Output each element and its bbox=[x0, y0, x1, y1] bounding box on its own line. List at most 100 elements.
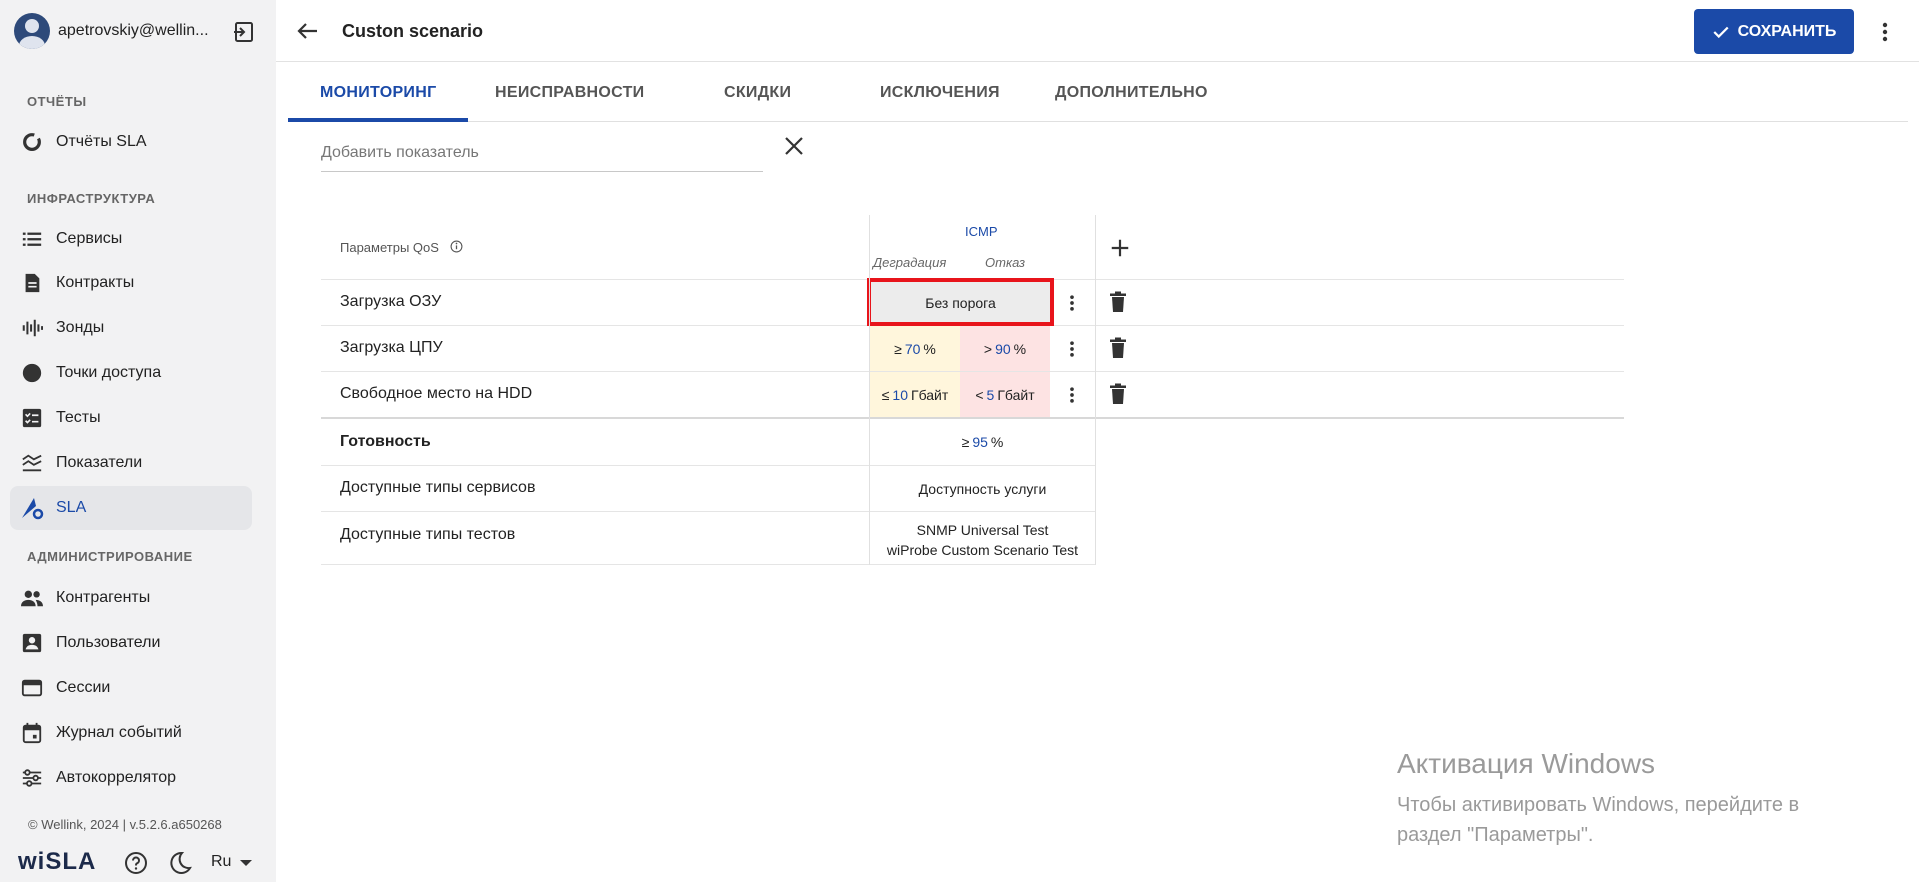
qos-params-header: Параметры QoS bbox=[340, 240, 439, 255]
avatar bbox=[14, 13, 50, 49]
test-types-values: SNMP Universal Test wiProbe Custom Scena… bbox=[870, 520, 1095, 560]
donut-chart-icon bbox=[20, 130, 44, 154]
logout-icon[interactable] bbox=[232, 20, 256, 44]
table-header: Параметры QoS ICMP Деградация Отказ bbox=[321, 215, 1624, 280]
highlight-box bbox=[867, 278, 1054, 326]
header: Custon scenario СОХРАНИТЬ bbox=[276, 0, 1919, 62]
language-select[interactable]: Ru bbox=[211, 853, 231, 871]
section-administration: АДМИНИСТРИРОВАНИЕ bbox=[27, 549, 193, 564]
table-row: Загрузка ЦПУ ≥70% >90% bbox=[321, 326, 1624, 372]
unit: % bbox=[1013, 340, 1027, 357]
save-button[interactable]: СОХРАНИТЬ bbox=[1694, 9, 1854, 54]
sidebar-item-autocorrelator[interactable]: Автокоррелятор bbox=[10, 756, 252, 800]
operator: ≥ bbox=[894, 340, 902, 357]
back-arrow-icon[interactable] bbox=[296, 19, 320, 43]
row-label: Загрузка ОЗУ bbox=[340, 293, 442, 310]
degradation-header: Деградация bbox=[873, 255, 947, 270]
tab-exclusions[interactable]: ИСКЛЮЧЕНИЯ bbox=[880, 84, 1000, 102]
test-type: SNMP Universal Test bbox=[916, 522, 1049, 538]
sidebar-item-counterparties[interactable]: Контрагенты bbox=[10, 576, 252, 620]
unit: Гбайт bbox=[997, 386, 1035, 403]
tab-faults[interactable]: НЕИСПРАВНОСТИ bbox=[495, 84, 645, 102]
unit: % bbox=[923, 340, 936, 357]
sidebar-item-services[interactable]: Сервисы bbox=[10, 217, 252, 261]
watermark-title: Активация Windows bbox=[1397, 748, 1656, 779]
window-icon bbox=[20, 676, 44, 700]
sidebar-item-event-log[interactable]: Журнал событий bbox=[10, 711, 252, 755]
sidebar-item-sla-reports[interactable]: Отчёты SLA bbox=[10, 120, 252, 164]
row-label: Загрузка ЦПУ bbox=[340, 339, 443, 356]
service-types-label: Доступные типы сервисов bbox=[340, 479, 536, 496]
threshold-value: 5 bbox=[986, 386, 995, 403]
test-types-row: Доступные типы тестов SNMP Universal Tes… bbox=[321, 512, 1096, 565]
service-types-value: Доступность услуги bbox=[918, 480, 1047, 497]
user-card-icon bbox=[20, 631, 44, 655]
add-column-icon[interactable] bbox=[1109, 237, 1131, 259]
sidebar-item-users[interactable]: Пользователи bbox=[10, 621, 252, 665]
tab-additional[interactable]: ДОПОЛНИТЕЛЬНО bbox=[1055, 84, 1208, 102]
threshold-value: 70 bbox=[904, 340, 921, 357]
trash-icon[interactable] bbox=[1106, 290, 1130, 314]
degradation-threshold[interactable]: ≥70% bbox=[870, 326, 960, 371]
moon-icon[interactable] bbox=[168, 851, 192, 875]
trash-icon[interactable] bbox=[1106, 382, 1130, 406]
people-icon bbox=[20, 586, 44, 610]
help-icon[interactable] bbox=[124, 851, 148, 875]
tab-monitoring[interactable]: МОНИТОРИНГ bbox=[320, 84, 436, 102]
unit: Гбайт bbox=[910, 386, 949, 403]
sidebar-item-label: Отчёты SLA bbox=[56, 133, 147, 150]
waveform-icon bbox=[20, 316, 44, 340]
sidebar-item-label: Контрагенты bbox=[56, 589, 151, 606]
degradation-threshold[interactable]: ≤10 Гбайт bbox=[870, 372, 960, 417]
user-email: apetrovskiy@wellin... bbox=[58, 22, 209, 39]
watermark-line: раздел "Параметры". bbox=[1397, 824, 1594, 846]
tab-discounts[interactable]: СКИДКИ bbox=[724, 84, 791, 102]
sidebar-item-label: Показатели bbox=[56, 454, 143, 471]
threshold-value: 10 bbox=[892, 386, 908, 403]
more-vertical-icon[interactable] bbox=[1873, 20, 1897, 44]
info-icon[interactable] bbox=[450, 240, 463, 253]
operator: ≥ bbox=[961, 433, 970, 450]
table-row: Загрузка ОЗУ Без порога bbox=[321, 278, 1624, 326]
user-profile[interactable]: apetrovskiy@wellin... bbox=[14, 12, 266, 50]
chevron-down-icon[interactable] bbox=[240, 860, 252, 866]
more-vertical-icon[interactable] bbox=[1062, 383, 1082, 407]
availability-threshold[interactable]: ≥95% bbox=[870, 419, 1095, 464]
test-types-label: Доступные типы тестов bbox=[340, 526, 516, 543]
calendar-icon bbox=[20, 721, 44, 745]
more-vertical-icon[interactable] bbox=[1062, 291, 1082, 315]
sidebar-item-access-points[interactable]: Точки доступа bbox=[10, 351, 252, 395]
sidebar-item-tests[interactable]: Тесты bbox=[10, 396, 252, 440]
failure-threshold[interactable]: <5 Гбайт bbox=[960, 372, 1050, 417]
sidebar-item-label: Точки доступа bbox=[56, 364, 162, 381]
column-divider bbox=[1095, 215, 1096, 565]
document-icon bbox=[20, 271, 44, 295]
tabs: МОНИТОРИНГ НЕИСПРАВНОСТИ СКИДКИ ИСКЛЮЧЕН… bbox=[288, 72, 1908, 122]
sidebar-item-sessions[interactable]: Сессии bbox=[10, 666, 252, 710]
failure-header: Отказ bbox=[985, 255, 1026, 270]
failure-threshold[interactable]: >90% bbox=[960, 326, 1050, 371]
sidebar-item-label: Сервисы bbox=[56, 230, 123, 247]
sidebar-item-label: Сессии bbox=[56, 679, 111, 696]
checklist-icon bbox=[20, 406, 44, 430]
sidebar-item-probes[interactable]: Зонды bbox=[10, 306, 252, 350]
sidebar-item-indicators[interactable]: Показатели bbox=[10, 441, 252, 485]
availability-row: Готовность ≥95% bbox=[321, 419, 1096, 466]
sidebar-item-contracts[interactable]: Контракты bbox=[10, 261, 252, 305]
more-vertical-icon[interactable] bbox=[1062, 337, 1082, 361]
sidebar-item-label: Зонды bbox=[56, 319, 105, 336]
page-title: Custon scenario bbox=[342, 21, 484, 41]
column-divider bbox=[869, 215, 870, 565]
table-row: Свободное место на HDD ≤10 Гбайт <5 Гбайт bbox=[321, 372, 1624, 419]
trash-icon[interactable] bbox=[1106, 336, 1130, 360]
close-icon[interactable] bbox=[782, 134, 806, 158]
brand-logo: wiSLA bbox=[18, 848, 97, 875]
threshold-value: 90 bbox=[995, 340, 1011, 357]
windows-activation-watermark: Активация Windows Чтобы активировать Win… bbox=[1397, 748, 1867, 850]
add-indicator-input[interactable]: Добавить показатель bbox=[321, 134, 763, 172]
unit: % bbox=[990, 433, 1004, 450]
row-label: Свободное место на HDD bbox=[340, 385, 533, 402]
operator: ≤ bbox=[881, 386, 890, 403]
sidebar-item-sla[interactable]: SLA bbox=[10, 486, 252, 530]
icmp-column-header: ICMP bbox=[965, 224, 998, 239]
